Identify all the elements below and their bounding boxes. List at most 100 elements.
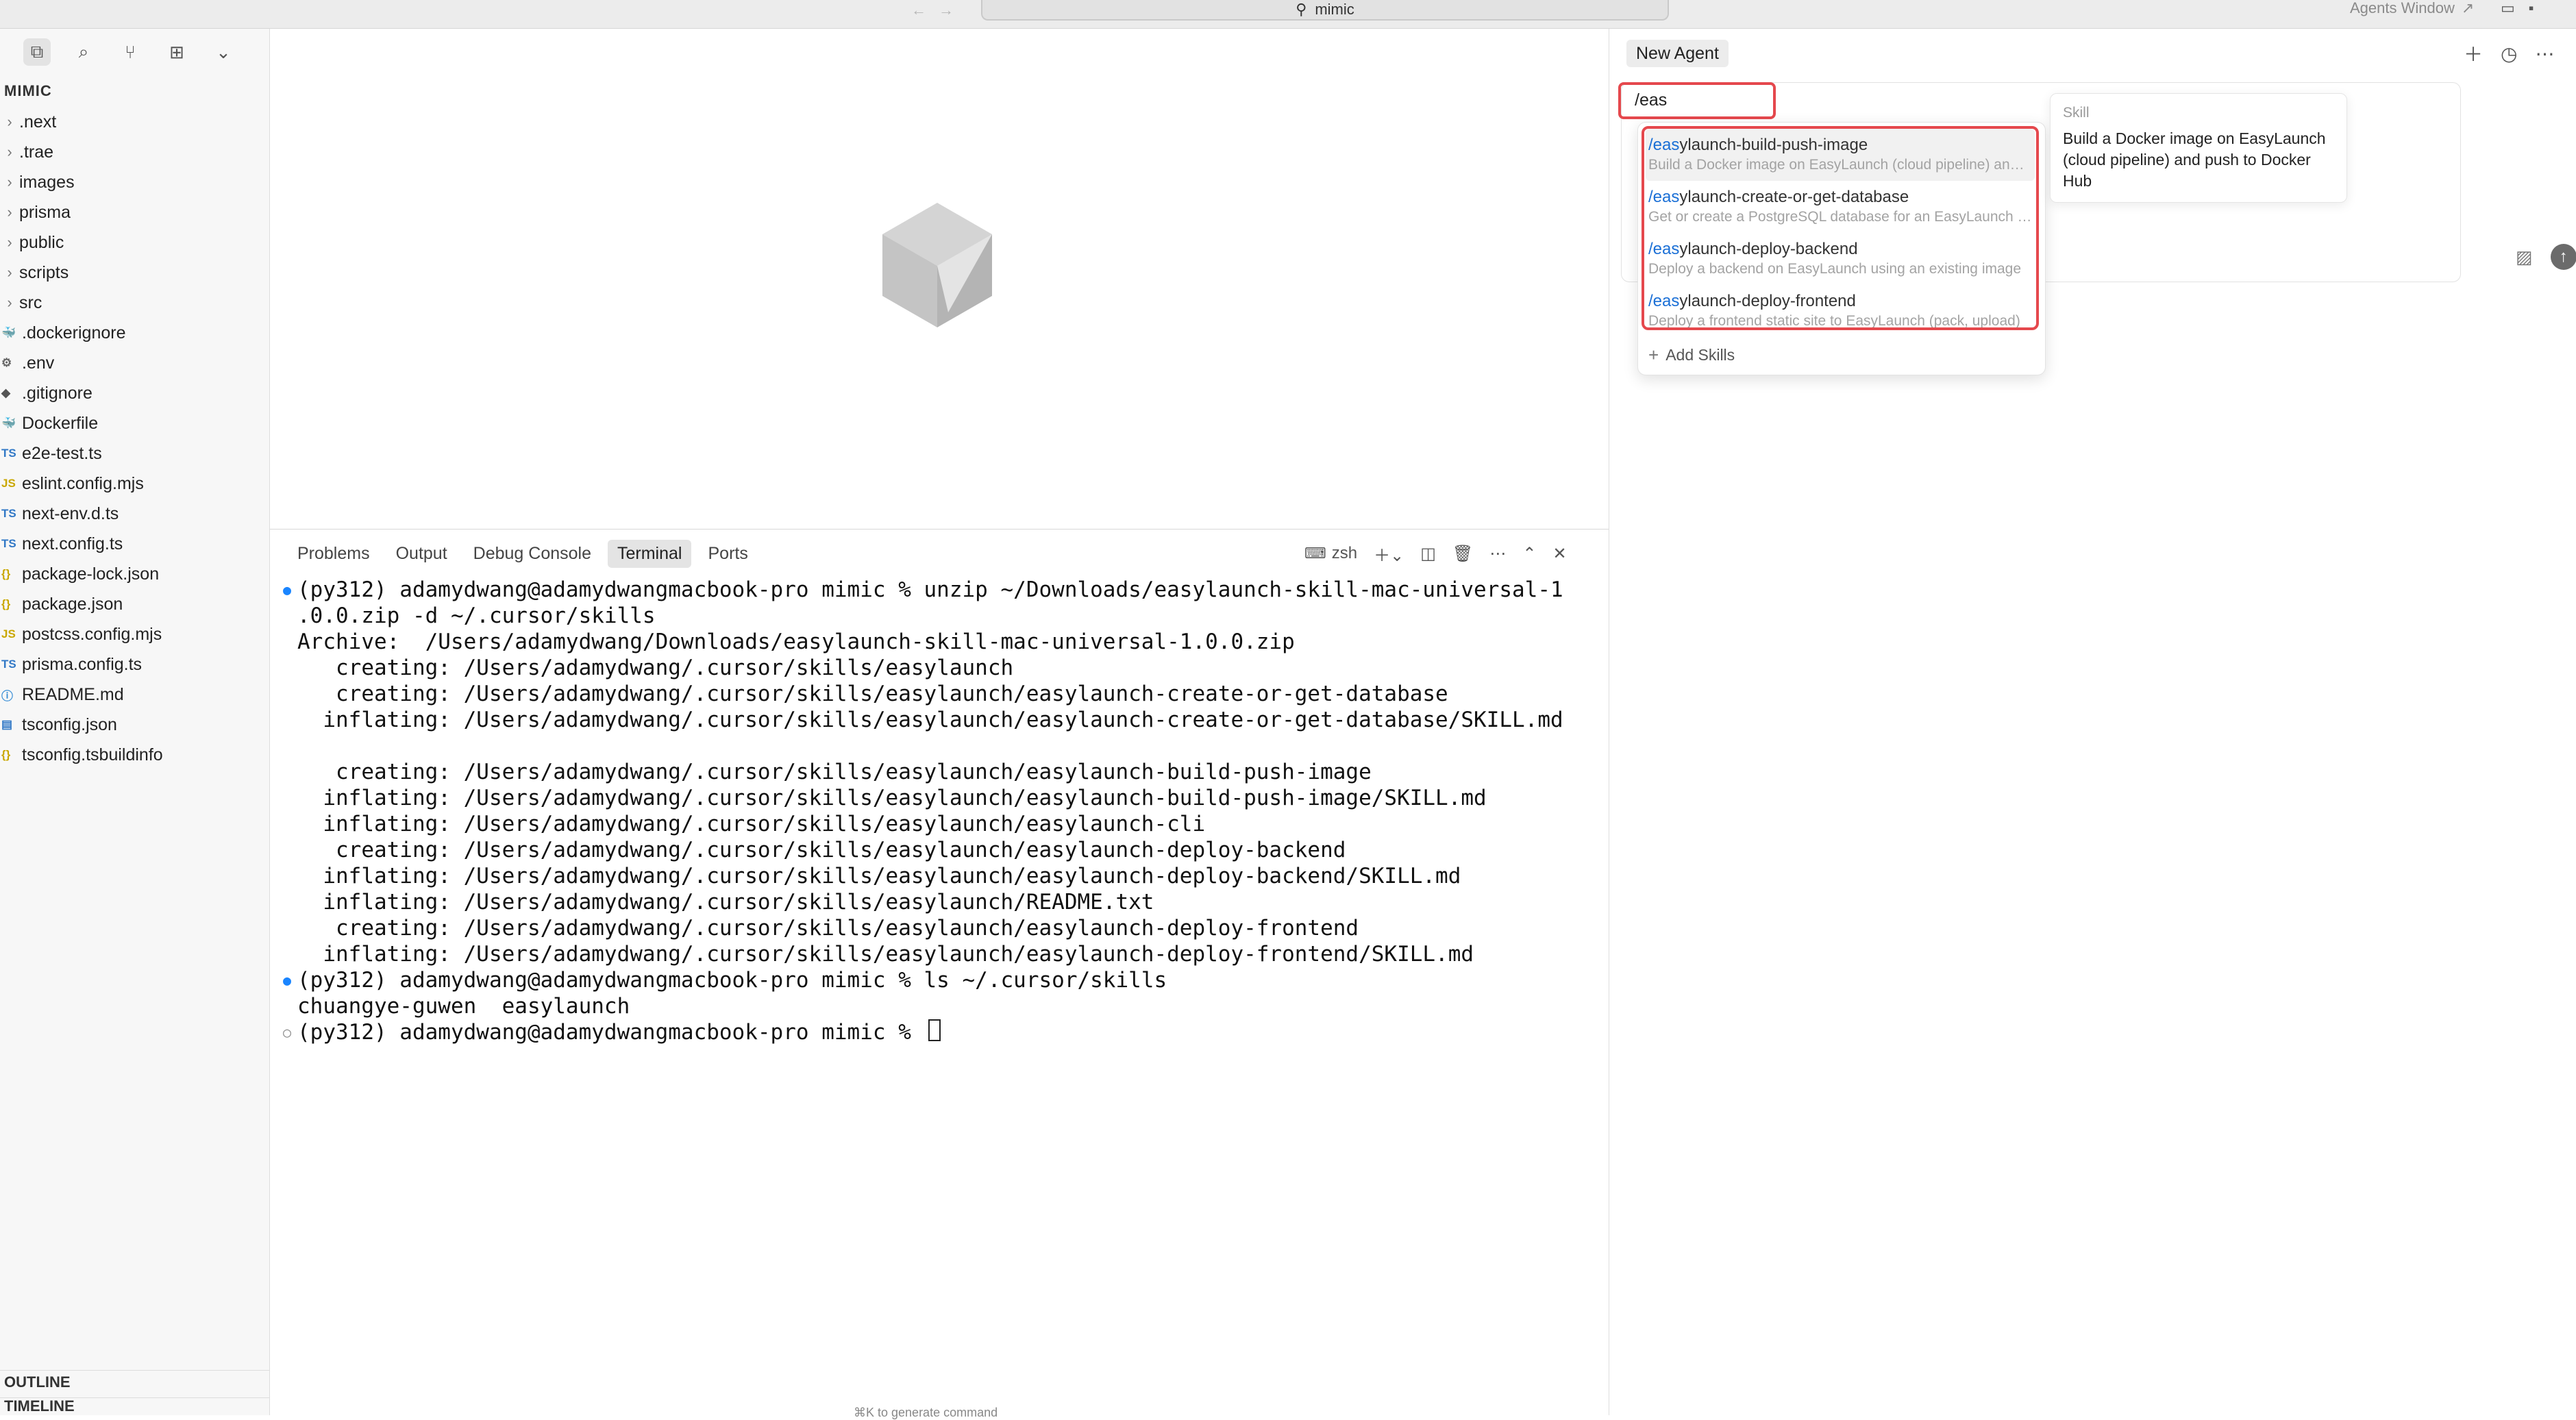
more-icon[interactable]: ⋯ — [1489, 544, 1506, 564]
tree-item-label: README.md — [22, 684, 124, 704]
tree-file[interactable]: 🐳 .dockerignore — [0, 318, 270, 348]
tree-file[interactable]: {} package-lock.json — [0, 559, 270, 589]
tree-file[interactable]: ◆ .gitignore — [0, 378, 270, 408]
add-terminal-icon[interactable]: ＋⌄ — [1374, 542, 1404, 566]
tree-file[interactable]: {} tsconfig.tsbuildinfo — [0, 740, 270, 770]
layout-panel-icon[interactable]: ▭ — [2501, 0, 2515, 17]
json-file-icon: {} — [1, 597, 11, 610]
terminal-line-text: creating: /Users/adamydwang/.cursor/skil… — [297, 656, 1014, 680]
tree-file[interactable]: JS postcss.config.mjs — [0, 619, 270, 649]
back-arrow-icon[interactable]: ← — [911, 1, 926, 19]
tree-item-label: .trae — [19, 142, 54, 162]
terminal-line-text: inflating: /Users/adamydwang/.cursor/ski… — [297, 864, 1461, 888]
tree-folder[interactable]: › .next — [0, 107, 270, 137]
extensions-icon[interactable]: ⊞ — [163, 38, 190, 66]
send-button[interactable]: ↑ — [2550, 244, 2576, 270]
terminal-line: inflating: /Users/adamydwang/.cursor/ski… — [277, 941, 1606, 967]
tree-item-label: package.json — [22, 594, 123, 614]
terminal-line-text: inflating: /Users/adamydwang/.cursor/ski… — [297, 812, 1206, 836]
chevron-right-icon: › — [7, 113, 12, 130]
terminal-icon: ⌨ — [1304, 545, 1326, 562]
tree-folder[interactable]: › src — [0, 288, 270, 318]
maximize-panel-icon[interactable]: ⌃ — [1522, 544, 1536, 564]
git-file-icon: ◆ — [1, 386, 11, 399]
agent-tab[interactable]: New Agent — [1626, 40, 1729, 67]
tree-file[interactable]: ▤ tsconfig.json — [0, 710, 270, 740]
forward-arrow-icon[interactable]: → — [939, 1, 954, 19]
image-attach-icon[interactable]: ▨ — [2516, 247, 2533, 268]
tab-ports[interactable]: Ports — [698, 540, 757, 568]
tree-file[interactable]: {} package.json — [0, 589, 270, 619]
new-agent-icon[interactable]: ＋ — [2464, 40, 2483, 67]
chevron-right-icon: › — [7, 203, 12, 221]
terminal-output[interactable]: ● (py312) adamydwang@adamydwangmacbook-pr… — [277, 577, 1606, 1045]
terminal-line-text: (py312) adamydwang@adamydwangmacbook-pro… — [297, 577, 1563, 602]
tree-file[interactable]: TS prisma.config.ts — [0, 649, 270, 680]
terminal-line-text: creating: /Users/adamydwang/.cursor/skil… — [297, 682, 1448, 706]
tree-file[interactable]: ⓘ README.md — [0, 680, 270, 710]
tab-problems[interactable]: Problems — [288, 540, 380, 568]
terminal-line: .0.0.zip -d ~/.cursor/skills — [277, 603, 1606, 629]
tree-file[interactable]: TS next.config.ts — [0, 529, 270, 559]
tree-folder[interactable]: › scripts — [0, 258, 270, 288]
tree-item-label: tsconfig.tsbuildinfo — [22, 745, 163, 764]
more-icon[interactable]: ⋯ — [2535, 42, 2554, 65]
tree-item-label: Dockerfile — [22, 413, 99, 433]
terminal-line-text: (py312) adamydwang@adamydwangmacbook-pro… — [297, 1020, 924, 1045]
search-icon[interactable]: ⌕ — [70, 38, 97, 66]
terminal-line-text: .0.0.zip -d ~/.cursor/skills — [297, 603, 656, 628]
command-center[interactable]: ⚲ mimic — [981, 0, 1669, 21]
terminal-line: creating: /Users/adamydwang/.cursor/skil… — [277, 837, 1606, 863]
terminal-line-text: inflating: /Users/adamydwang/.cursor/ski… — [297, 786, 1487, 810]
source-control-icon[interactable]: ⑂ — [116, 38, 144, 66]
terminal-line-text: inflating: /Users/adamydwang/.cursor/ski… — [297, 708, 1563, 732]
tab-debug-console[interactable]: Debug Console — [464, 540, 601, 568]
agents-window-link[interactable]: Agents Window ↗ — [2350, 0, 2474, 16]
line-gutter — [277, 603, 297, 629]
chevron-down-icon[interactable]: ⌄ — [210, 38, 237, 66]
tree-folder[interactable]: › images — [0, 167, 270, 197]
history-icon[interactable]: ◷ — [2501, 42, 2517, 65]
tree-file[interactable]: JS eslint.config.mjs — [0, 469, 270, 499]
terminal-line-text: creating: /Users/adamydwang/.cursor/skil… — [297, 760, 1372, 784]
line-gutter — [277, 681, 297, 707]
command-status-dot-icon: ○ — [282, 1024, 292, 1041]
terminal-line: inflating: /Users/adamydwang/.cursor/ski… — [277, 863, 1606, 889]
tab-terminal[interactable]: Terminal — [608, 539, 692, 568]
tree-folder[interactable]: › .trae — [0, 137, 270, 167]
tree-item-label: .next — [19, 112, 57, 132]
split-terminal-icon[interactable]: ◫ — [1420, 544, 1436, 564]
skill-preview: Skill Build a Docker image on EasyLaunch… — [2050, 93, 2347, 203]
search-icon: ⚲ — [1296, 1, 1307, 18]
tab-output[interactable]: Output — [386, 540, 457, 568]
preview-kind: Skill — [2063, 105, 2090, 121]
terminal-line: inflating: /Users/adamydwang/.cursor/ski… — [277, 889, 1606, 915]
terminal-shell-selector[interactable]: ⌨ zsh — [1304, 544, 1357, 563]
file-tree: › .next › .trae › images › prisma › public › script… — [0, 107, 270, 770]
tree-item-label: scripts — [19, 262, 69, 282]
tree-file[interactable]: TS next-env.d.ts — [0, 499, 270, 529]
outline-section[interactable]: OUTLINE — [0, 1370, 270, 1393]
tree-file[interactable]: TS e2e-test.ts — [0, 438, 270, 469]
ts-file-icon: TS — [1, 658, 16, 671]
trash-icon[interactable]: 🗑 — [1452, 544, 1473, 564]
tree-item-label: next.config.ts — [22, 534, 123, 553]
ts-file-icon: TS — [1, 507, 16, 520]
timeline-section[interactable]: TIMELINE — [0, 1397, 270, 1415]
terminal-line-text: chuangye-guwen easylaunch — [297, 994, 630, 1019]
close-panel-icon[interactable]: ✕ — [1553, 544, 1567, 564]
external-link-icon: ↗ — [2461, 0, 2475, 16]
chat-icon[interactable]: ▪ — [2529, 0, 2534, 17]
agent-input-text[interactable]: /eas — [1635, 90, 1667, 110]
tree-file[interactable]: 🐳 Dockerfile — [0, 408, 270, 438]
tree-file[interactable]: ⚙ .env — [0, 348, 270, 378]
tree-item-label: next-env.d.ts — [22, 503, 119, 523]
info-file-icon: ⓘ — [1, 689, 13, 703]
tree-item-label: package-lock.json — [22, 564, 160, 584]
tree-folder[interactable]: › prisma — [0, 197, 270, 227]
terminal-line: ● (py312) adamydwang@adamydwangmacbook-pr… — [277, 967, 1606, 993]
explorer-icon[interactable]: ⧉ — [23, 38, 51, 66]
add-skills-button[interactable]: + Add Skills — [1648, 342, 1735, 367]
tree-item-label: images — [19, 172, 75, 192]
tree-folder[interactable]: › public — [0, 227, 270, 258]
